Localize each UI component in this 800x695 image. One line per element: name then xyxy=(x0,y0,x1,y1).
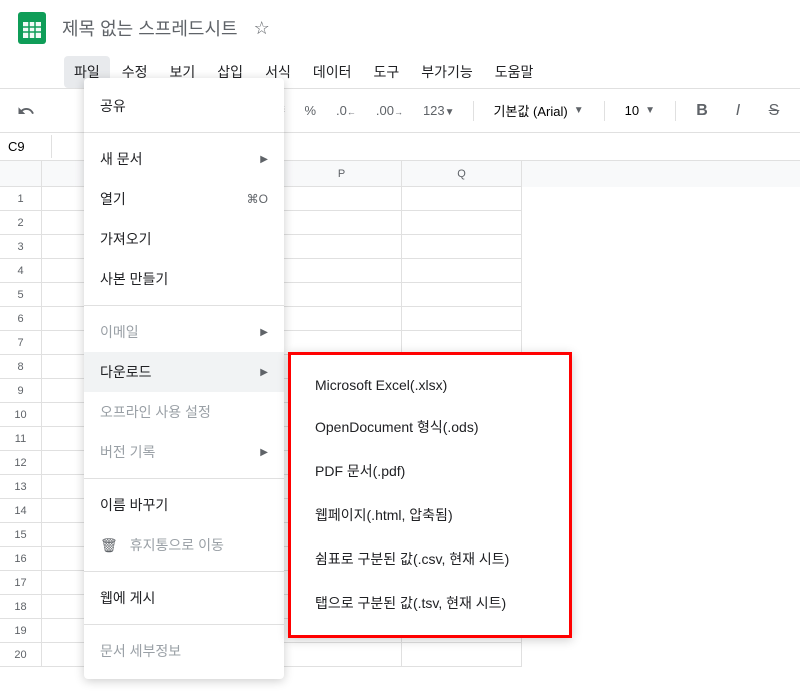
menu-item-publish[interactable]: 웹에 게시 xyxy=(84,578,284,618)
file-dropdown-menu: 공유 새 문서▶ 열기⌘O 가져오기 사본 만들기 이메일▶ 다운로드▶ 오프라… xyxy=(84,78,284,679)
italic-button[interactable]: I xyxy=(724,97,752,125)
row-header[interactable]: 13 xyxy=(0,475,42,499)
row-header[interactable]: 19 xyxy=(0,619,42,643)
menu-item-share[interactable]: 공유 xyxy=(84,86,284,126)
increase-decimal-button[interactable]: .00→ xyxy=(370,99,409,122)
cell[interactable] xyxy=(282,211,402,235)
cell[interactable] xyxy=(402,235,522,259)
menu-separator xyxy=(84,624,284,625)
toolbar-separator xyxy=(675,101,676,121)
select-all-cell[interactable] xyxy=(0,161,42,187)
row-header[interactable]: 1 xyxy=(0,187,42,211)
row-header[interactable]: 12 xyxy=(0,451,42,475)
menu-addons[interactable]: 부가기능 xyxy=(411,56,483,88)
menu-data[interactable]: 데이터 xyxy=(303,56,362,88)
row-header[interactable]: 20 xyxy=(0,643,42,667)
menu-item-import[interactable]: 가져오기 xyxy=(84,219,284,259)
download-submenu: Microsoft Excel(.xlsx) OpenDocument 형식(.… xyxy=(288,352,572,638)
chevron-right-icon: ▶ xyxy=(260,327,268,338)
row-header[interactable]: 3 xyxy=(0,235,42,259)
menu-item-trash: 🗑휴지통으로 이동 xyxy=(84,525,284,565)
menu-item-details: 문서 세부정보 xyxy=(84,631,284,671)
decrease-decimal-button[interactable]: .0← xyxy=(330,99,362,122)
cell[interactable] xyxy=(402,307,522,331)
row-header[interactable]: 4 xyxy=(0,259,42,283)
cell[interactable] xyxy=(282,235,402,259)
chevron-right-icon: ▶ xyxy=(260,154,268,165)
download-tsv[interactable]: 탭으로 구분된 값(.tsv, 현재 시트) xyxy=(291,581,569,625)
menu-item-rename[interactable]: 이름 바꾸기 xyxy=(84,485,284,525)
menu-item-download[interactable]: 다운로드▶ xyxy=(84,352,284,392)
undo-button[interactable] xyxy=(12,97,40,125)
toolbar-separator xyxy=(604,101,605,121)
cell[interactable] xyxy=(282,187,402,211)
cell[interactable] xyxy=(282,307,402,331)
cell[interactable] xyxy=(282,283,402,307)
row-header[interactable]: 7 xyxy=(0,331,42,355)
row-header[interactable]: 15 xyxy=(0,523,42,547)
row-header[interactable]: 14 xyxy=(0,499,42,523)
sheets-logo[interactable] xyxy=(12,8,52,48)
menu-tools[interactable]: 도구 xyxy=(363,56,409,88)
column-header[interactable]: P xyxy=(282,161,402,187)
trash-icon: 🗑 xyxy=(100,537,118,554)
chevron-down-icon: ▼ xyxy=(645,105,655,116)
menu-item-email: 이메일▶ xyxy=(84,312,284,352)
row-header[interactable]: 11 xyxy=(0,427,42,451)
download-html[interactable]: 웹페이지(.html, 압축됨) xyxy=(291,493,569,537)
cell[interactable] xyxy=(282,259,402,283)
row-header[interactable]: 6 xyxy=(0,307,42,331)
menu-separator xyxy=(84,478,284,479)
menu-item-version-history: 버전 기록▶ xyxy=(84,432,284,472)
download-xlsx[interactable]: Microsoft Excel(.xlsx) xyxy=(291,365,569,405)
number-format-dropdown[interactable]: 123▼ xyxy=(417,99,461,122)
cell[interactable] xyxy=(402,643,522,667)
row-header[interactable]: 16 xyxy=(0,547,42,571)
menu-help[interactable]: 도움말 xyxy=(485,56,544,88)
name-box[interactable]: C9 xyxy=(0,135,52,158)
cell[interactable] xyxy=(402,283,522,307)
cell[interactable] xyxy=(402,187,522,211)
menu-item-new[interactable]: 새 문서▶ xyxy=(84,139,284,179)
row-header[interactable]: 8 xyxy=(0,355,42,379)
keyboard-shortcut: ⌘O xyxy=(247,192,268,206)
star-icon[interactable]: ☆ xyxy=(254,18,270,39)
document-title[interactable]: 제목 없는 스프레드시트 xyxy=(62,15,238,41)
font-size-dropdown[interactable]: 10 ▼ xyxy=(617,99,663,122)
cell[interactable] xyxy=(402,211,522,235)
menu-item-offline: 오프라인 사용 설정 xyxy=(84,392,284,432)
font-family-label: 기본값 (Arial) xyxy=(494,101,568,120)
toolbar-separator xyxy=(473,101,474,121)
font-family-dropdown[interactable]: 기본값 (Arial) ▼ xyxy=(486,97,592,124)
percent-format-button[interactable]: % xyxy=(298,99,322,122)
column-header[interactable]: Q xyxy=(402,161,522,187)
chevron-right-icon: ▶ xyxy=(260,447,268,458)
chevron-right-icon: ▶ xyxy=(260,367,268,378)
download-ods[interactable]: OpenDocument 형식(.ods) xyxy=(291,405,569,449)
menu-item-open[interactable]: 열기⌘O xyxy=(84,179,284,219)
chevron-down-icon: ▼ xyxy=(574,105,584,116)
download-pdf[interactable]: PDF 문서(.pdf) xyxy=(291,449,569,493)
bold-button[interactable]: B xyxy=(688,97,716,125)
cell[interactable] xyxy=(402,259,522,283)
cell[interactable] xyxy=(282,643,402,667)
menu-separator xyxy=(84,132,284,133)
menu-separator xyxy=(84,571,284,572)
row-header[interactable]: 17 xyxy=(0,571,42,595)
font-size-label: 10 xyxy=(625,103,639,118)
download-csv[interactable]: 쉼표로 구분된 값(.csv, 현재 시트) xyxy=(291,537,569,581)
menu-item-make-copy[interactable]: 사본 만들기 xyxy=(84,259,284,299)
row-header[interactable]: 2 xyxy=(0,211,42,235)
row-header[interactable]: 9 xyxy=(0,379,42,403)
row-header[interactable]: 5 xyxy=(0,283,42,307)
row-header[interactable]: 18 xyxy=(0,595,42,619)
menu-separator xyxy=(84,305,284,306)
strikethrough-button[interactable]: S xyxy=(760,97,788,125)
row-header[interactable]: 10 xyxy=(0,403,42,427)
